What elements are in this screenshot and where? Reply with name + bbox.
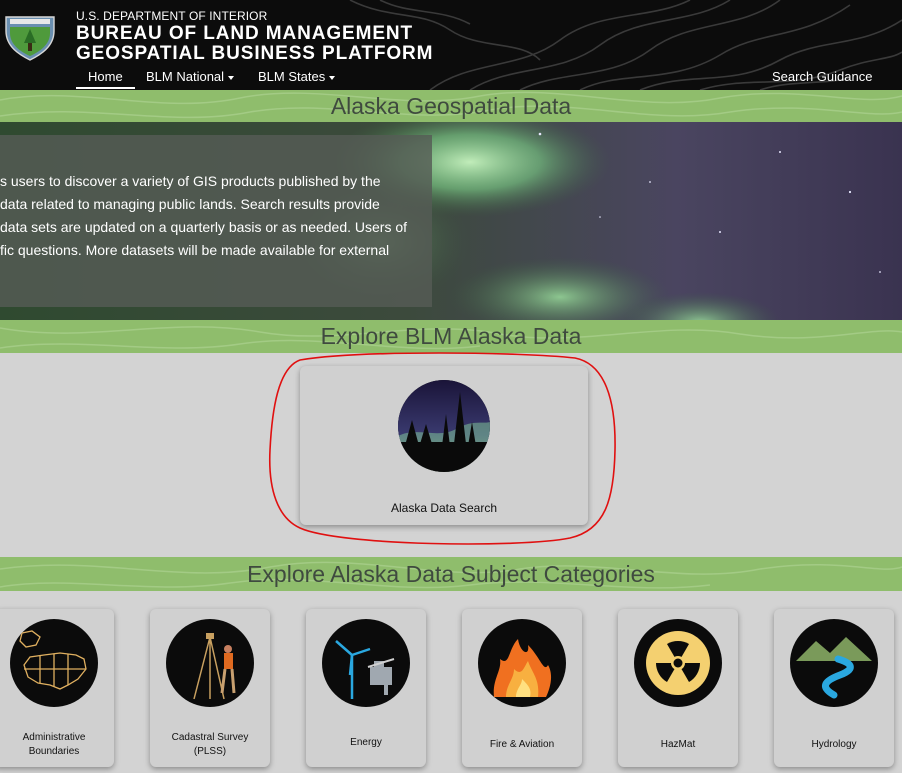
- category-label-line1: Administrative: [22, 732, 86, 743]
- nav-home-label: Home: [88, 69, 123, 84]
- nav-blm-states-label: BLM States: [258, 69, 326, 84]
- alaska-data-search-label: Alaska Data Search: [390, 501, 498, 515]
- site-header: U.S. DEPARTMENT OF INTERIOR BUREAU OF LA…: [0, 0, 902, 90]
- explore-data-band: Explore BLM Alaska Data: [0, 320, 902, 353]
- categories-band: Explore Alaska Data Subject Categories: [0, 557, 902, 591]
- hero-description-panel: s users to discover a variety of GIS pro…: [0, 135, 432, 307]
- hero-banner: s users to discover a variety of GIS pro…: [0, 122, 902, 320]
- category-label: HazMat: [660, 739, 696, 750]
- category-card-administrative-boundaries[interactable]: Administrative Boundaries: [0, 609, 114, 767]
- category-label-line2: (PLSS): [193, 746, 227, 757]
- surveyor-icon: [166, 619, 254, 707]
- explore-data-heading: Explore BLM Alaska Data: [320, 323, 582, 349]
- page-title: Alaska Geospatial Data: [330, 93, 572, 119]
- caret-down-icon: [329, 75, 336, 80]
- alaska-data-search-card[interactable]: Alaska Data Search: [300, 366, 588, 525]
- nav-blm-national[interactable]: BLM National: [146, 69, 235, 84]
- search-guidance-link[interactable]: Search Guidance: [772, 69, 872, 84]
- category-card-cadastral-survey[interactable]: Cadastral Survey (PLSS): [150, 609, 270, 767]
- category-label-line2: Boundaries: [28, 746, 80, 757]
- department-name: U.S. DEPARTMENT OF INTERIOR: [76, 9, 268, 23]
- category-card-fire-aviation[interactable]: Fire & Aviation: [462, 609, 582, 767]
- category-label-line1: Cadastral Survey: [171, 732, 249, 743]
- category-card-energy[interactable]: Energy: [306, 609, 426, 767]
- site-title-line2: GEOSPATIAL BUSINESS PLATFORM: [76, 43, 434, 64]
- category-label: Hydrology: [811, 739, 857, 750]
- aurora-forest-icon: [398, 380, 490, 472]
- hero-line-4: fic questions. More datasets will be mad…: [0, 242, 390, 258]
- categories-heading: Explore Alaska Data Subject Categories: [247, 561, 655, 587]
- site-title-line1: BUREAU OF LAND MANAGEMENT: [76, 23, 414, 44]
- nav-home[interactable]: Home: [76, 69, 135, 89]
- us-map-icon: [10, 619, 98, 707]
- category-label: Administrative Boundaries: [0, 731, 114, 759]
- category-label: Cadastral Survey (PLSS): [150, 731, 270, 759]
- nav-blm-states[interactable]: BLM States: [258, 69, 336, 84]
- hero-line-3: data sets are updated on a quarterly bas…: [0, 219, 408, 235]
- wind-turbine-icon: [322, 619, 410, 707]
- category-label: Energy: [350, 737, 382, 748]
- category-card-hydrology[interactable]: Hydrology: [774, 609, 894, 767]
- river-icon: [790, 619, 878, 707]
- fire-icon: [478, 619, 566, 707]
- nav-blm-national-label: BLM National: [146, 69, 225, 84]
- category-label: Fire & Aviation: [489, 739, 555, 750]
- hero-line-1: s users to discover a variety of GIS pro…: [0, 173, 381, 189]
- category-card-hazmat[interactable]: HazMat: [618, 609, 738, 767]
- radiation-icon: [634, 619, 722, 707]
- blm-logo: [5, 16, 55, 61]
- page-title-band: Alaska Geospatial Data: [0, 90, 902, 122]
- hero-line-2: data related to managing public lands. S…: [0, 196, 380, 212]
- caret-down-icon: [228, 75, 235, 80]
